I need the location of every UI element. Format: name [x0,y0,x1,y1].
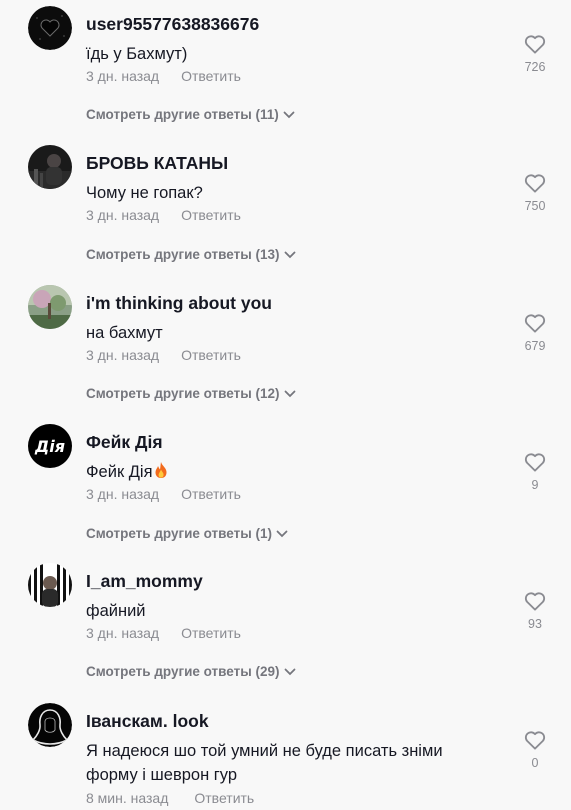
avatar-logo-text: Дія [34,436,65,456]
comment-meta: 3 дн. назад Ответить [86,486,241,502]
reply-button[interactable]: Ответить [194,790,254,806]
avatar[interactable] [28,285,72,329]
comment-time: 3 дн. назад [86,207,160,223]
comment-text: на бахмут [86,324,163,342]
comment-time: 8 мин. назад [86,790,169,806]
view-more-replies-label: Смотреть другие ответы (13) [86,247,280,262]
view-more-replies-button[interactable]: Смотреть другие ответы (13) [86,247,296,262]
comment-meta: 3 дн. назад Ответить [86,68,241,84]
avatar[interactable] [28,145,72,189]
reply-button[interactable]: Ответить [181,68,241,84]
comment-time: 3 дн. назад [86,486,160,502]
striped-photo-avatar-icon [28,563,72,607]
avatar[interactable]: Дія [28,424,72,468]
chevron-down-icon [284,391,295,398]
comment-text: файний [86,602,146,620]
heart-icon[interactable] [524,452,546,472]
like-count: 750 [524,199,546,213]
heart-icon[interactable] [524,313,546,333]
comment-time: 3 дн. назад [86,68,160,84]
like-control[interactable]: 679 [520,313,550,353]
comment-text: Чому не гопак? [86,184,203,202]
comment-meta: 3 дн. назад Ответить [86,347,241,363]
view-more-replies-button[interactable]: Смотреть другие ответы (11) [86,107,295,122]
view-more-replies-label: Смотреть другие ответы (29) [86,664,280,679]
like-count: 679 [524,339,546,353]
reply-button[interactable]: Ответить [181,625,241,641]
comment-time: 3 дн. назад [86,347,160,363]
comment-text: Фейк Дія [86,460,168,484]
like-count: 726 [524,60,546,74]
like-count: 0 [531,756,539,770]
like-control[interactable]: 750 [520,173,550,213]
comment-meta: 8 мин. назад Ответить [86,790,254,806]
reply-button[interactable]: Ответить [181,207,241,223]
comment-text-content: Фейк Дія [86,463,153,481]
fire-icon [155,462,167,478]
heart-icon[interactable] [524,591,546,611]
avatar[interactable] [28,703,72,747]
avatar[interactable] [28,563,72,607]
view-more-replies-button[interactable]: Смотреть другие ответы (12) [86,386,296,401]
chevron-down-icon [276,531,288,538]
comment-username[interactable]: user95577638836676 [86,14,259,35]
chevron-down-icon [283,112,295,119]
heart-icon[interactable] [524,34,546,54]
chevron-down-icon [284,252,295,259]
comment-username[interactable]: i'm thinking about you [86,293,272,314]
reply-button[interactable]: Ответить [181,486,241,502]
view-more-replies-button[interactable]: Смотреть другие ответы (29) [86,664,296,679]
hooded-figure-avatar-icon [28,703,72,747]
comment-username[interactable]: Іванскам. look [86,711,209,732]
comment-text: їдь у Бахмут) [86,45,188,63]
like-control[interactable]: 0 [520,730,550,770]
view-more-replies-label: Смотреть другие ответы (1) [86,526,273,541]
comment-time: 3 дн. назад [86,625,160,641]
like-count: 9 [531,478,539,492]
view-more-replies-label: Смотреть другие ответы (12) [86,386,280,401]
dark-photo-avatar-icon [28,145,72,189]
like-control[interactable]: 9 [520,452,550,492]
comment-username[interactable]: БРОВЬ КАТАНЫ [86,153,228,174]
comment-meta: 3 дн. назад Ответить [86,625,241,641]
like-control[interactable]: 93 [520,591,550,631]
view-more-replies-button[interactable]: Смотреть другие ответы (1) [86,526,288,541]
black-heart-avatar-icon [28,6,72,50]
heart-icon[interactable] [524,730,546,750]
nature-photo-avatar-icon [28,285,72,329]
comment-text-line-2: форму і шеврон гур [86,766,238,784]
like-count: 93 [528,617,542,631]
comment-meta: 3 дн. назад Ответить [86,207,241,223]
comment-username[interactable]: Фейк Дія [86,432,163,453]
like-control[interactable]: 726 [520,34,550,74]
chevron-down-icon [284,669,295,676]
comment-text-line-1: Я надеюся шо той умний не буде писать зн… [86,742,443,760]
avatar[interactable] [28,6,72,50]
comment-username[interactable]: I_am_mommy [86,571,203,592]
view-more-replies-label: Смотреть другие ответы (11) [86,107,279,122]
heart-icon[interactable] [524,173,546,193]
reply-button[interactable]: Ответить [181,347,241,363]
